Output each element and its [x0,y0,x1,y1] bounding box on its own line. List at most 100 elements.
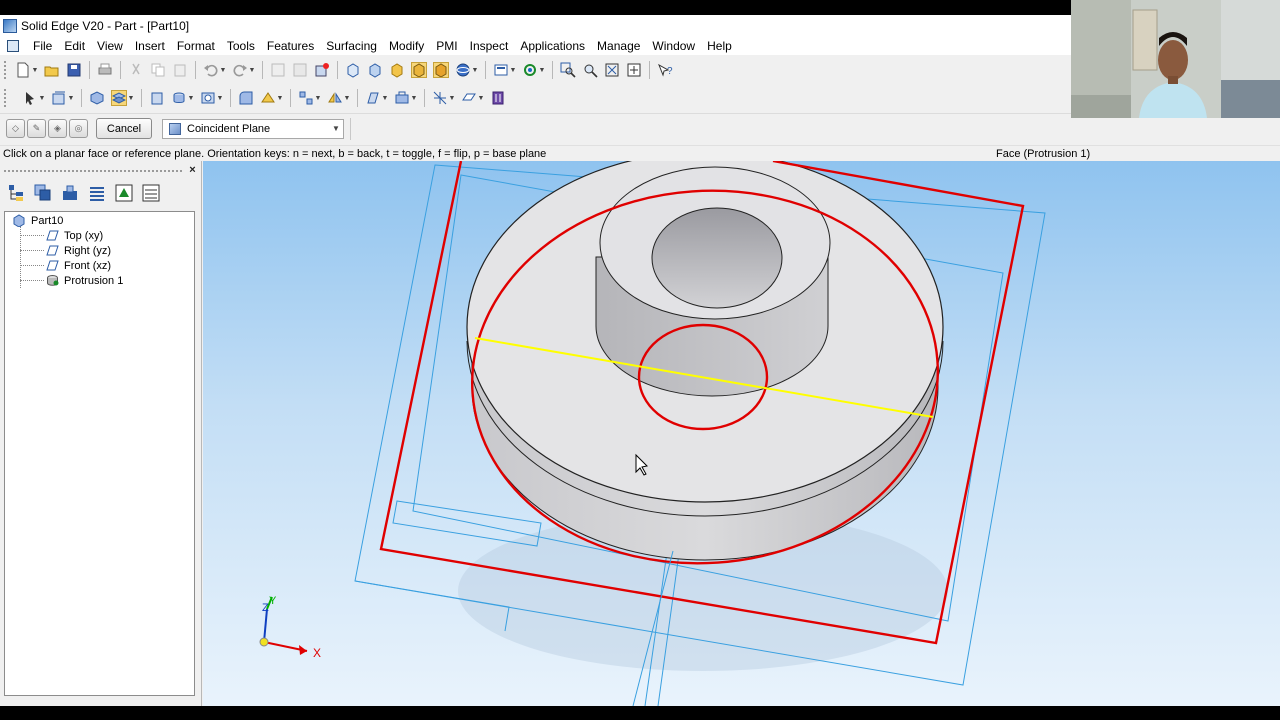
coincident-plane-icon[interactable] [111,90,127,106]
toolbar-grip[interactable] [4,89,8,107]
web-icon[interactable] [432,90,448,106]
pan-icon[interactable] [626,62,642,78]
menu-surfacing[interactable]: Surfacing [320,37,383,55]
render-icon[interactable] [433,62,449,78]
paste-icon[interactable] [172,62,188,78]
shaded-icon[interactable] [389,62,405,78]
menu-insert[interactable]: Insert [129,37,171,55]
document-icon[interactable] [7,40,19,52]
feature-library-icon[interactable] [112,181,136,205]
zoom-icon[interactable] [582,62,598,78]
smart-dimension-dropdown-icon[interactable]: ▼ [67,90,75,106]
redo-dropdown-icon[interactable]: ▼ [248,62,256,78]
menu-file[interactable]: File [27,37,58,55]
web-dropdown-icon[interactable]: ▼ [448,90,456,106]
fit-icon[interactable] [604,62,620,78]
panel-grip[interactable] [4,170,182,172]
graphics-viewport[interactable]: X Y Z [203,161,1280,706]
mirror-dropdown-icon[interactable]: ▼ [343,90,351,106]
undo-icon[interactable] [203,62,219,78]
save-icon[interactable] [66,62,82,78]
menu-manage[interactable]: Manage [591,37,646,55]
open-icon[interactable] [44,62,60,78]
sketch-icon[interactable] [270,62,286,78]
tree-item-front-plane[interactable]: Front (xz) [46,258,111,273]
view-iso-icon[interactable] [367,62,383,78]
side-step-button[interactable]: ◈ [48,119,67,138]
profile-step-button[interactable]: ✎ [27,119,46,138]
menu-view[interactable]: View [91,37,129,55]
tree-item-protrusion[interactable]: Protrusion 1 [46,273,123,288]
print-icon[interactable] [97,62,113,78]
toolbar-grip[interactable] [4,61,8,79]
views-icon[interactable] [493,62,509,78]
undo-dropdown-icon[interactable]: ▼ [219,62,227,78]
smart-dimension-icon[interactable] [51,90,67,106]
new-icon[interactable] [15,62,31,78]
part-icon[interactable] [89,90,105,106]
hole-dropdown-icon[interactable]: ▼ [216,90,224,106]
vent-icon[interactable] [490,90,506,106]
revolve-dropdown-icon[interactable]: ▼ [187,90,195,106]
menu-pmi[interactable]: PMI [430,37,463,55]
draft-dropdown-icon[interactable]: ▼ [381,90,389,106]
view-orient-icon[interactable] [345,62,361,78]
model-view[interactable]: X Y Z [203,161,1280,706]
menu-modify[interactable]: Modify [383,37,430,55]
pattern-icon[interactable] [298,90,314,106]
plane-dropdown-icon[interactable]: ▼ [127,90,135,106]
zoom-to-selection-icon[interactable] [292,62,308,78]
thin-wall-dropdown-icon[interactable]: ▼ [276,90,284,106]
family-of-parts-icon[interactable] [58,181,82,205]
feature-pathfinder-icon[interactable] [4,181,28,205]
menu-tools[interactable]: Tools [221,37,261,55]
lip-dropdown-icon[interactable]: ▼ [477,90,485,106]
cancel-button[interactable]: Cancel [96,118,152,139]
rotate-icon[interactable] [522,62,538,78]
rib-icon[interactable] [394,90,410,106]
hole-icon[interactable] [200,90,216,106]
menu-edit[interactable]: Edit [58,37,91,55]
sensors-icon[interactable] [139,181,163,205]
draft-icon[interactable] [365,90,381,106]
zoom-area-icon[interactable] [560,62,576,78]
cut-icon[interactable] [128,62,144,78]
protrusion-icon[interactable] [149,90,165,106]
visible-edges-icon[interactable] [411,62,427,78]
revolve-icon[interactable] [171,90,187,106]
menu-help[interactable]: Help [701,37,738,55]
menu-format[interactable]: Format [171,37,221,55]
extent-step-button[interactable]: ◎ [69,119,88,138]
tree-item-right-plane[interactable]: Right (yz) [46,243,111,258]
rotate-dropdown-icon[interactable]: ▼ [538,62,546,78]
view-style-icon[interactable] [455,62,471,78]
menu-window[interactable]: Window [646,37,701,55]
view-style-dropdown-icon[interactable]: ▼ [471,62,479,78]
layers-icon[interactable] [31,181,55,205]
library-icon[interactable] [85,181,109,205]
chevron-down-icon[interactable]: ▼ [329,124,343,133]
close-icon[interactable]: × [187,165,198,176]
pattern-dropdown-icon[interactable]: ▼ [314,90,322,106]
plane-step-button[interactable]: ◇ [6,119,25,138]
redo-icon[interactable] [232,62,248,78]
new-dropdown-icon[interactable]: ▼ [31,62,39,78]
menu-applications[interactable]: Applications [514,37,591,55]
rib-dropdown-icon[interactable]: ▼ [410,90,418,106]
round-icon[interactable] [238,90,254,106]
select-icon[interactable] [314,62,330,78]
menu-inspect[interactable]: Inspect [464,37,515,55]
tree-item-top-plane[interactable]: Top (xy) [46,228,103,243]
thin-wall-icon[interactable] [260,90,276,106]
lip-icon[interactable] [461,90,477,106]
plane-option-select[interactable]: Coincident Plane ▼ [162,118,344,139]
mirror-icon[interactable] [327,90,343,106]
views-dropdown-icon[interactable]: ▼ [509,62,517,78]
help-icon[interactable]: ? [657,62,673,78]
copy-icon[interactable] [150,62,166,78]
menu-features[interactable]: Features [261,37,320,55]
select-tool-icon[interactable] [22,90,38,106]
tree-root-part[interactable]: Part10 [13,213,63,228]
select-tool-dropdown-icon[interactable]: ▼ [38,90,46,106]
feature-tree: Part10 Top (xy) Right (yz) Front (xz) Pr… [4,211,195,696]
